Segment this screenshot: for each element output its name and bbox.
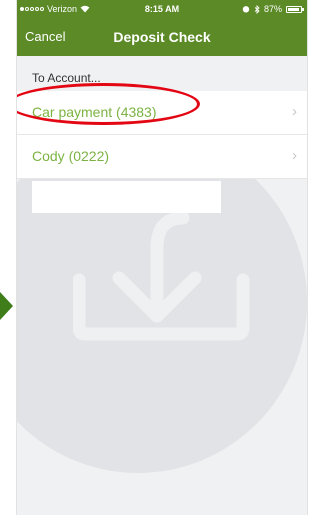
phone-screen: Verizon 8:15 AM 87% Cancel Deposit Check… — [16, 0, 308, 515]
alarm-icon — [242, 6, 250, 13]
navigation-bar: Cancel Deposit Check — [17, 18, 307, 56]
amount-input-field[interactable] — [32, 181, 221, 213]
chevron-right-icon: › — [292, 103, 297, 120]
account-name: Cody (0222) — [32, 148, 110, 164]
status-right: 87% — [242, 4, 304, 14]
page-title: Deposit Check — [113, 29, 211, 45]
download-icon — [73, 211, 250, 341]
pointer-arrow-icon — [0, 292, 13, 320]
highlight-ellipse — [17, 83, 200, 125]
battery-icon — [286, 5, 304, 13]
battery-percent: 87% — [263, 4, 282, 14]
bluetooth-icon — [254, 4, 260, 14]
account-row-cody[interactable]: Cody (0222) › — [17, 135, 307, 179]
chevron-right-icon: › — [292, 147, 297, 164]
status-bar: Verizon 8:15 AM 87% — [17, 0, 307, 18]
